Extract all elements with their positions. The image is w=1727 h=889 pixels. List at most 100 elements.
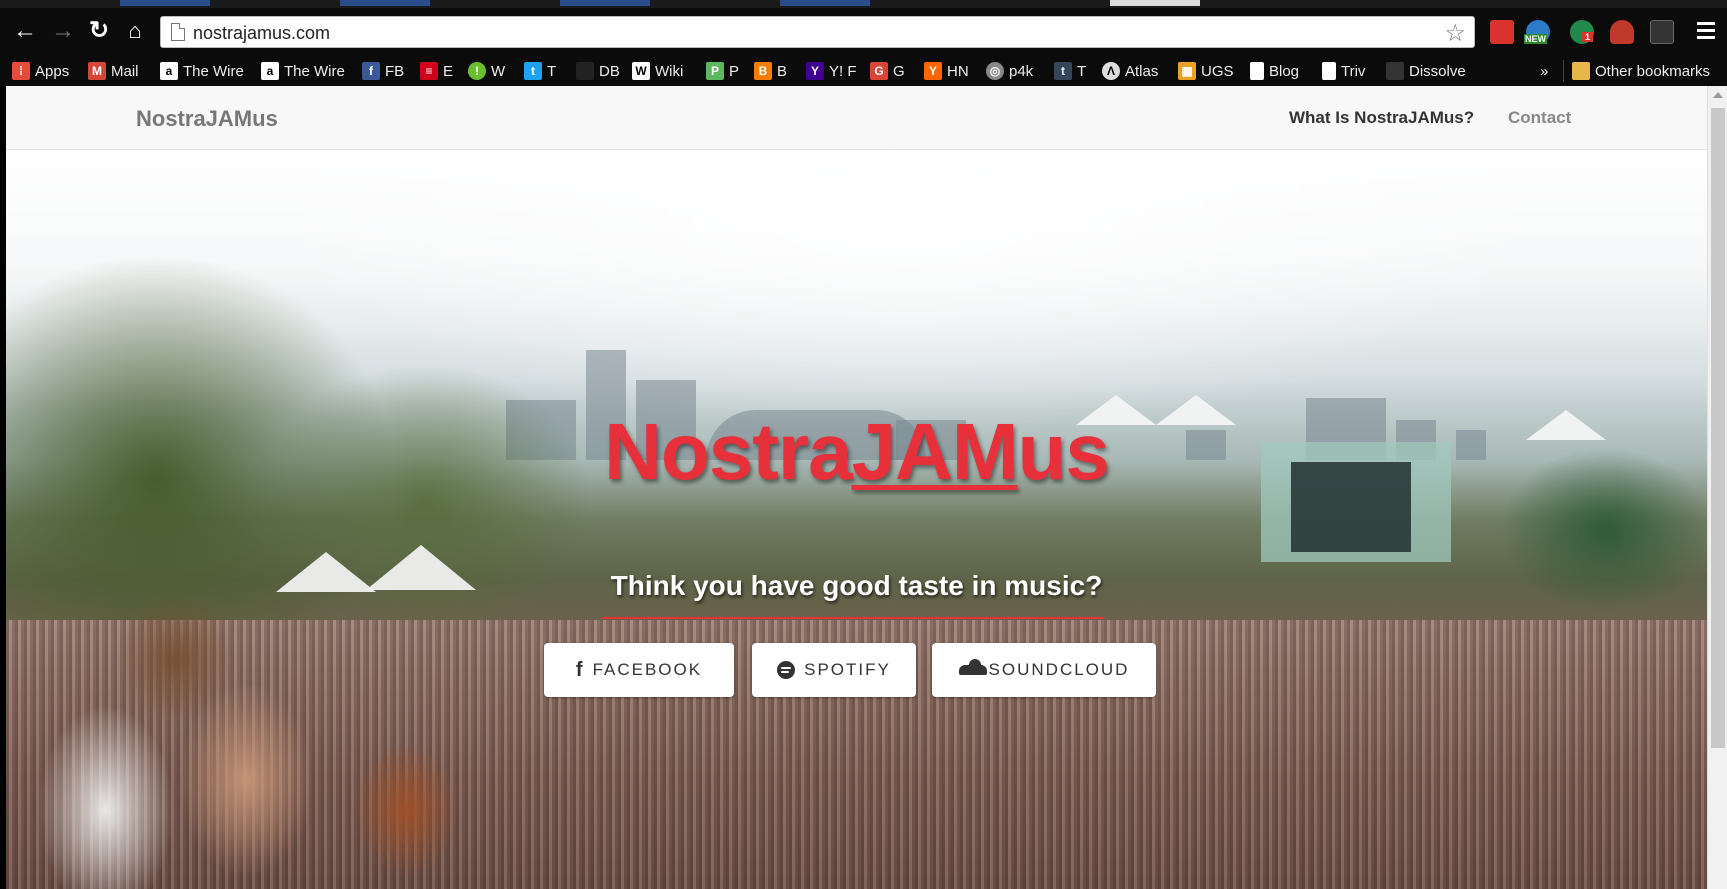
bookmark-yahoo[interactable]: Y Y! F [806,61,857,81]
spotify-icon [777,661,796,679]
bookmark-wiki[interactable]: W Wiki [632,61,683,81]
bookmark-label: Mail [111,62,139,80]
bookmark-hn[interactable]: Y HN [924,61,969,81]
amazon-icon: a [160,62,178,80]
hacker-news-icon: Y [924,62,942,80]
bookmark-label: P [729,62,740,80]
tumblr-icon: t [1054,62,1072,80]
scroll-up-arrow-icon[interactable] [1713,92,1723,98]
bookmark-mail[interactable]: M Mail [88,61,139,81]
bookmark-label: T [1077,62,1087,80]
bookmark-label: FB [385,62,405,80]
new-badge: NEW [1524,34,1547,44]
button-label: FACEBOOK [592,660,703,679]
bookmark-label: Dissolve [1409,62,1466,80]
bookmark-label: The Wire [284,62,345,80]
extension-green-icon[interactable]: 1 [1570,20,1594,44]
browser-toolbar: ← → ↻ ⌂ nostrajamus.com ☆ NEW 1 [0,0,1727,56]
bookmarks-overflow[interactable]: » [1540,61,1548,81]
hero-title-part: us [1017,407,1109,496]
bookmark-p[interactable]: PP [706,61,739,81]
bookmark-p4k[interactable]: ◎ p4k [986,61,1033,81]
bookmarks-divider [1563,60,1564,82]
bookmark-label: Y! F [829,62,857,80]
cast-icon[interactable] [1650,20,1674,44]
site-brand-link[interactable]: NostraJAMus [136,106,278,132]
browser-window: ← → ↻ ⌂ nostrajamus.com ☆ NEW 1 ⁞ Apps MM… [0,0,1727,889]
reload-icon[interactable]: ↻ [86,18,112,44]
soundcloud-button[interactable]: SOUNDCLOUD [932,643,1156,697]
bookmark-ugs[interactable]: ▦ UGS [1178,61,1234,81]
bookmark-fb[interactable]: f FB [362,61,404,81]
bookmark-dissolve[interactable]: Dissolve [1386,61,1466,81]
scroll-thumb[interactable] [1711,108,1725,748]
bookmark-b[interactable]: BB [754,61,787,81]
chrome-menu-icon[interactable] [1697,22,1715,40]
bookmark-label: The Wire [183,62,244,80]
hero-title-underlined: JAM [851,407,1019,496]
bookmark-e[interactable]: ≡ E [420,61,453,81]
extension-car-icon[interactable] [1610,20,1634,44]
site-navbar: NostraJAMus What Is NostraJAMus? Contact [6,86,1707,150]
bookmark-label: Wiki [655,62,684,80]
tab-edge[interactable] [340,0,430,6]
button-label: SPOTIFY [804,660,891,679]
page-icon [171,23,185,41]
page-icon [1250,62,1264,80]
url-text[interactable]: nostrajamus.com [193,23,330,44]
bookmark-label: DB [599,62,620,80]
extension-red-icon[interactable] [1490,20,1514,44]
bookmark-g[interactable]: GG [870,61,905,81]
bookmark-label: G [893,62,905,80]
extension-new-icon[interactable]: NEW [1524,20,1550,44]
other-bookmarks[interactable]: Other bookmarks [1572,61,1710,81]
bookmark-label: UGS [1201,62,1234,80]
bookmark-the-wire[interactable]: a The Wire [160,61,244,81]
google-icon: G [870,62,888,80]
spotify-button[interactable]: SPOTIFY [752,643,916,697]
bookmark-label: Blog [1269,62,1300,80]
page-scrollbar[interactable] [1707,86,1727,889]
bookmark-the-wire[interactable]: a The Wire [261,61,345,81]
tab-active-edge[interactable] [1110,0,1200,6]
bookmark-atlas[interactable]: Λ Atlas [1102,61,1158,81]
nav-link-contact[interactable]: Contact [1508,108,1571,128]
bookmark-label: Other bookmarks [1595,62,1711,80]
count-badge: 1 [1582,32,1594,42]
bookmark-w[interactable]: ! W [468,61,505,81]
back-arrow-icon[interactable]: ← [12,18,38,44]
tab-edge[interactable] [120,0,210,6]
home-icon[interactable]: ⌂ [122,18,148,44]
p-icon: P [706,62,724,80]
facebook-f-icon: f [575,658,585,681]
nav-link-what-is[interactable]: What Is NostraJAMus? [1289,108,1474,128]
forward-arrow-icon[interactable]: → [50,18,76,44]
bookmark-star-icon[interactable]: ☆ [1444,19,1466,48]
tab-edge[interactable] [780,0,870,6]
yahoo-icon: Y [806,62,824,80]
ugs-icon: ▦ [1178,62,1196,80]
folder-icon [1572,62,1590,80]
bookmark-db[interactable]: DB [576,61,620,81]
button-label: SOUNDCLOUD [988,660,1130,679]
web-page: NostraJAMus What Is NostraJAMus? Contact [6,86,1707,889]
bookmarks-bar: ⁞ Apps M Mail a The Wire a The Wire f FB ≡ E !… [0,56,1727,86]
dissolve-icon [1386,62,1404,80]
tab-edge[interactable] [560,0,650,6]
twitter-icon: t [524,62,542,80]
hero-title-part: Nostra [604,407,852,496]
bookmark-apps[interactable]: ⁞ Apps [12,61,69,81]
hero-section: NostraJAMus Think you have good taste in… [6,150,1707,889]
bookmark-tumblr[interactable]: tT [1054,61,1086,81]
bookmark-blog[interactable]: Blog [1250,61,1299,81]
bookmark-triv[interactable]: Triv [1322,61,1365,81]
atlas-icon: Λ [1102,62,1120,80]
overflow-chevron-icon: » [1540,62,1549,80]
blogger-icon: B [754,62,772,80]
db-icon [576,62,594,80]
address-bar[interactable]: nostrajamus.com ☆ [160,16,1475,48]
bookmark-t[interactable]: tT [524,61,556,81]
wikipedia-icon: W [632,62,650,80]
facebook-button[interactable]: f FACEBOOK [544,643,734,697]
bookmark-label: W [491,62,506,80]
